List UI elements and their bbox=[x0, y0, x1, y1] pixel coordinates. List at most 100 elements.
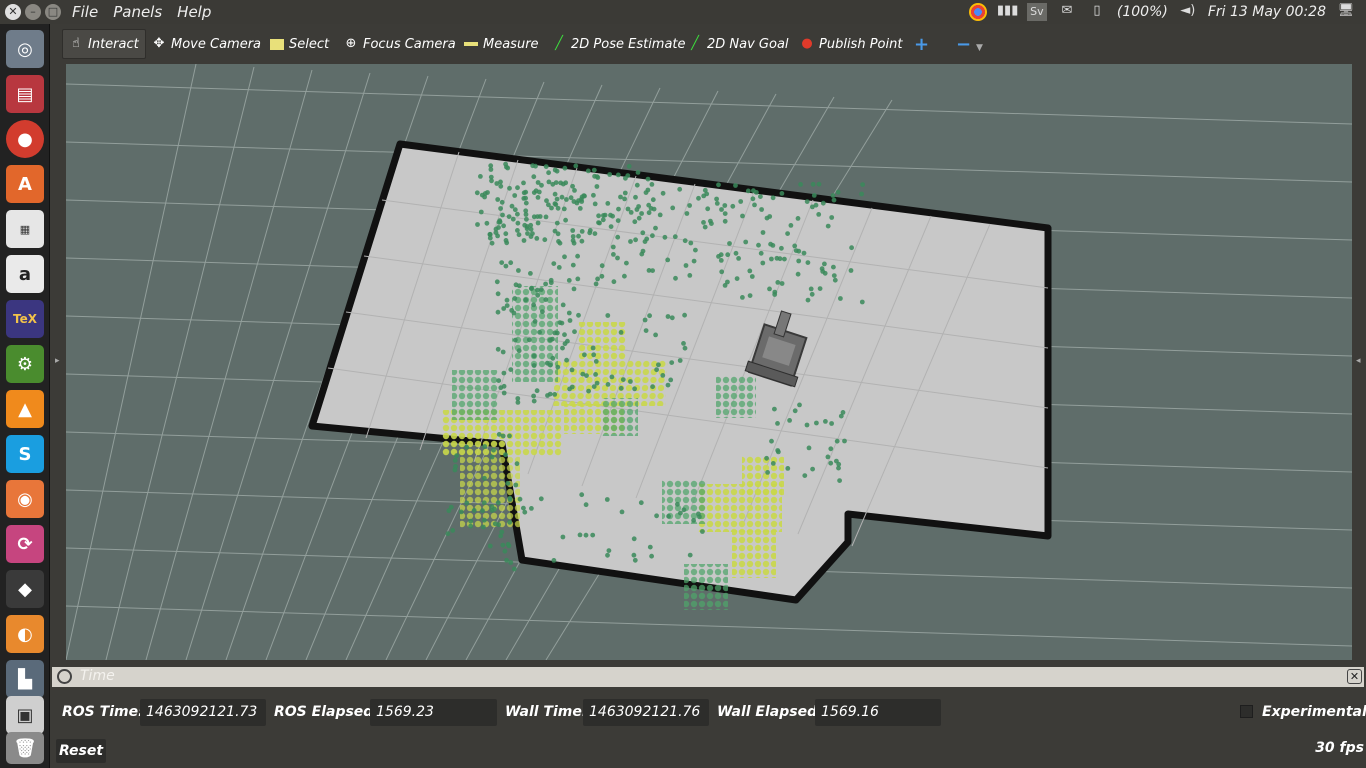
interact-tool-button[interactable]: ☝ Interact bbox=[62, 29, 146, 59]
app-pink-icon[interactable]: ⟳ bbox=[6, 525, 44, 563]
blender-icon[interactable]: ◐ bbox=[6, 615, 44, 653]
cloud-point bbox=[521, 238, 527, 243]
cloud-point bbox=[524, 226, 530, 232]
cloud-point bbox=[495, 500, 501, 506]
network-signal-icon[interactable]: ▮▮▮ bbox=[997, 3, 1018, 21]
cloud-point bbox=[722, 203, 728, 208]
cloud-point bbox=[767, 214, 773, 219]
cloud-point bbox=[760, 230, 766, 235]
cloud-point bbox=[792, 243, 798, 249]
texmaker-icon[interactable]: TeX bbox=[6, 300, 44, 338]
chrome-tray-icon[interactable] bbox=[968, 3, 987, 21]
cloud-point bbox=[683, 263, 689, 268]
add-tool-button[interactable]: + bbox=[908, 32, 935, 56]
cloud-point bbox=[700, 529, 705, 534]
session-icon[interactable]: 🖥 bbox=[1336, 3, 1356, 21]
cloud-point bbox=[825, 454, 831, 460]
cloud-point bbox=[814, 420, 819, 426]
cloud-point bbox=[579, 229, 585, 234]
menu-panels[interactable]: Panels bbox=[113, 3, 162, 21]
volume-icon[interactable]: ◄) bbox=[1178, 3, 1198, 21]
render-canvas[interactable] bbox=[66, 64, 1352, 660]
cloud-point bbox=[662, 234, 668, 240]
cloud-point bbox=[452, 458, 458, 463]
cloud-point bbox=[633, 194, 638, 200]
keyboard-layout-icon[interactable]: Sv bbox=[1026, 3, 1047, 21]
cloud-point bbox=[537, 214, 543, 219]
vlc-icon[interactable]: ▲ bbox=[6, 390, 44, 428]
cloud-point bbox=[767, 286, 772, 292]
experimental-checkbox[interactable] bbox=[1240, 705, 1253, 718]
libreoffice-icon[interactable]: ▦ bbox=[6, 210, 44, 248]
reset-button[interactable]: Reset bbox=[56, 739, 106, 763]
cloud-point bbox=[677, 186, 683, 192]
system-monitor-icon[interactable]: ▙ bbox=[6, 660, 44, 698]
cloud-point bbox=[787, 418, 792, 423]
3d-viewport[interactable] bbox=[66, 64, 1352, 660]
inkscape-icon[interactable]: ◆ bbox=[6, 570, 44, 608]
software-center-icon[interactable]: A bbox=[6, 165, 44, 203]
cloud-point bbox=[829, 215, 835, 220]
mail-icon[interactable]: ✉ bbox=[1057, 3, 1077, 21]
chevron-down-icon[interactable]: ▼ bbox=[970, 36, 989, 60]
focus-camera-tool-button[interactable]: ⊕ Focus Camera bbox=[338, 32, 462, 56]
cloud-point bbox=[514, 461, 520, 467]
cloud-point bbox=[507, 497, 513, 502]
cloud-point bbox=[675, 501, 680, 507]
select-tool-button[interactable]: Select bbox=[264, 32, 335, 56]
files-icon[interactable]: ▤ bbox=[6, 75, 44, 113]
cloud-point bbox=[548, 362, 553, 368]
cloud-point bbox=[528, 271, 533, 276]
cloud-point bbox=[504, 297, 510, 303]
cloud-point bbox=[550, 181, 556, 187]
close-window-button[interactable]: ✕ bbox=[5, 4, 21, 20]
cloud-point bbox=[515, 220, 521, 226]
cloud-point bbox=[688, 240, 694, 246]
wall-elapsed-field[interactable]: 1569.16 bbox=[815, 699, 941, 726]
amazon-icon[interactable]: a bbox=[6, 255, 44, 293]
close-panel-button[interactable]: ✕ bbox=[1347, 669, 1362, 684]
cloud-point bbox=[733, 250, 739, 256]
maximize-window-button[interactable]: □ bbox=[45, 4, 61, 20]
chrome-icon[interactable]: ● bbox=[6, 120, 44, 158]
cloud-point bbox=[615, 218, 621, 224]
cloud-point bbox=[769, 438, 774, 444]
cloud-point bbox=[499, 529, 505, 535]
cloud-point bbox=[517, 496, 523, 502]
cloud-point bbox=[650, 268, 655, 273]
cloud-point bbox=[535, 287, 540, 293]
ros-elapsed-field[interactable]: 1569.23 bbox=[370, 699, 497, 726]
cloud-point bbox=[605, 382, 611, 387]
cloud-point bbox=[570, 238, 576, 244]
search-tool-icon[interactable]: ⚙ bbox=[6, 345, 44, 383]
rviz-icon[interactable]: ▣ bbox=[6, 696, 44, 734]
skype-icon[interactable]: S bbox=[6, 435, 44, 473]
publish-point-tool-button[interactable]: ● Publish Point bbox=[794, 32, 908, 56]
cloud-point bbox=[563, 217, 568, 223]
ros-time-field[interactable]: 1463092121.73 bbox=[140, 699, 266, 726]
left-dock-collapse[interactable]: ▸ bbox=[50, 64, 66, 660]
2d-pose-estimate-tool-button[interactable]: ╱ 2D Pose Estimate bbox=[546, 32, 692, 56]
app-orange-icon[interactable]: ◉ bbox=[6, 480, 44, 518]
move-camera-tool-button[interactable]: ✥ Move Camera bbox=[146, 32, 267, 56]
measure-tool-button[interactable]: Measure bbox=[458, 32, 545, 56]
chevron-right-icon: ◂ bbox=[1356, 356, 1361, 366]
ubuntu-dash-icon[interactable]: ◎ bbox=[6, 30, 44, 68]
cloud-point bbox=[611, 279, 617, 285]
cloud-point bbox=[785, 231, 790, 237]
2d-nav-goal-tool-button[interactable]: ╱ 2D Nav Goal bbox=[682, 32, 795, 56]
cloud-point bbox=[577, 532, 583, 538]
wall-time-field[interactable]: 1463092121.76 bbox=[583, 699, 709, 726]
cloud-point bbox=[759, 207, 764, 212]
clock[interactable]: Fri 13 May 00:28 bbox=[1208, 4, 1326, 20]
cloud-point bbox=[567, 318, 573, 323]
cloud-point bbox=[801, 250, 807, 256]
minimize-window-button[interactable]: – bbox=[25, 4, 41, 20]
menu-file[interactable]: File bbox=[72, 3, 98, 21]
menu-help[interactable]: Help bbox=[177, 3, 211, 21]
right-dock-collapse[interactable]: ◂ bbox=[1352, 64, 1366, 660]
battery-icon[interactable]: ▯ bbox=[1087, 3, 1107, 21]
cloud-point bbox=[859, 299, 865, 305]
trash-icon[interactable]: 🗑 bbox=[6, 732, 44, 764]
cloud-point bbox=[611, 252, 616, 257]
